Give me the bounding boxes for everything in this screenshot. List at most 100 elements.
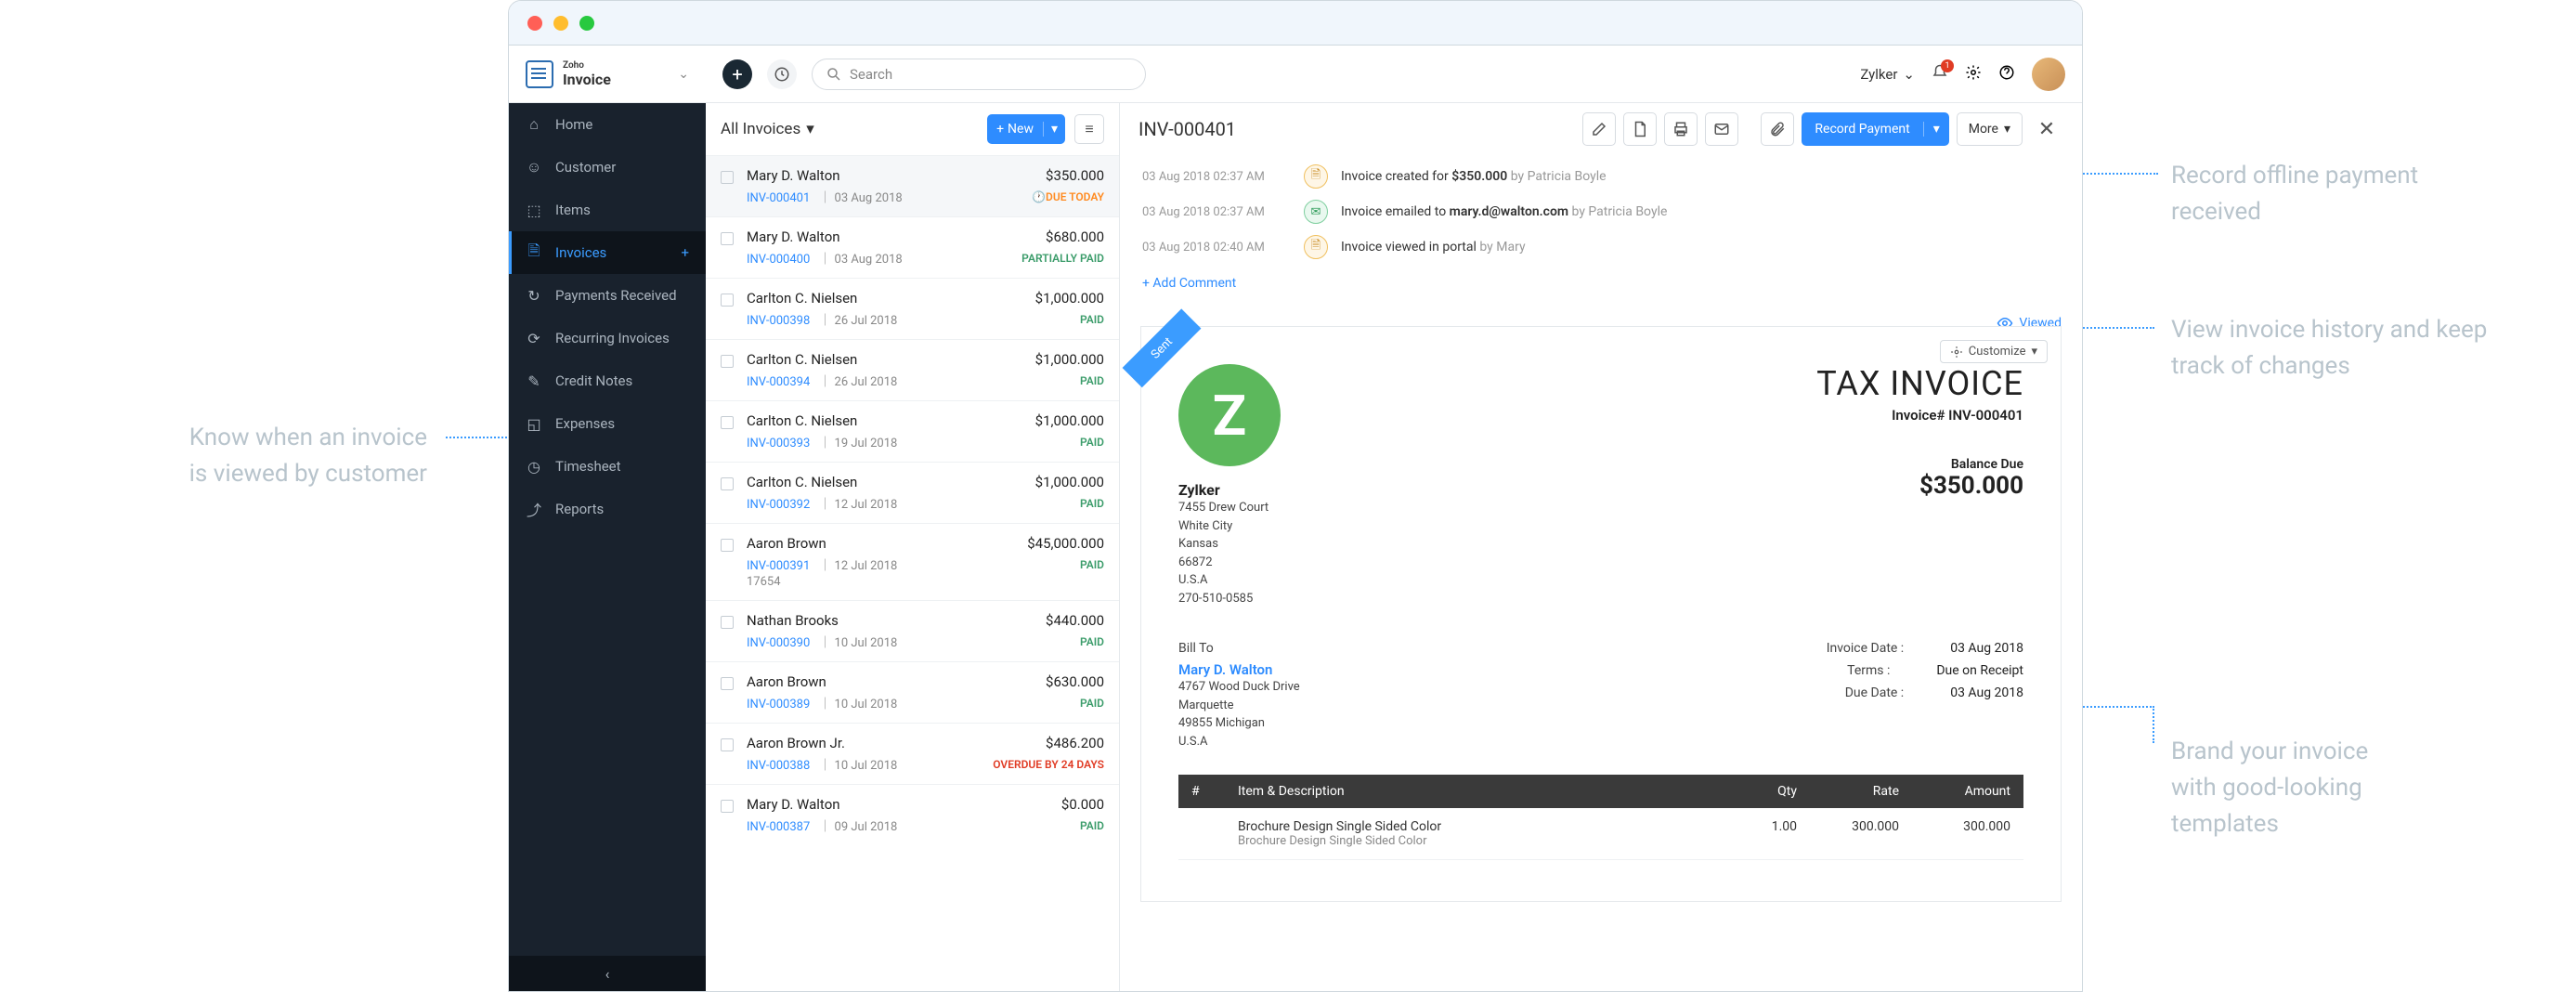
add-icon[interactable]: + <box>681 244 689 261</box>
history-icon: 🗎 <box>1304 164 1328 189</box>
app-window: Zoho Invoice ⌄ + Search Zylker ⌄ 1 <box>508 0 2083 992</box>
settings-button[interactable] <box>1965 64 1982 85</box>
edit-button[interactable] <box>1582 112 1616 146</box>
checkbox[interactable] <box>721 616 734 629</box>
chevron-down-icon: ⌄ <box>678 67 689 82</box>
chrome-bar <box>509 1 2082 46</box>
chrome-close[interactable] <box>527 16 542 31</box>
history-icon: 🗎 <box>1304 235 1328 259</box>
quick-add-button[interactable]: + <box>722 59 752 89</box>
avatar[interactable] <box>2032 58 2065 91</box>
history-row: 03 Aug 2018 02:37 AM ✉ Invoice emailed t… <box>1142 194 2060 229</box>
clock-icon: ◷ <box>526 458 542 476</box>
home-icon: ⌂ <box>526 115 542 134</box>
brand-switcher[interactable]: Zoho Invoice ⌄ <box>509 60 706 88</box>
invoice-row[interactable]: Carlton C. Nielsen$1,000.000 INV-000394｜… <box>706 339 1119 400</box>
org-selector[interactable]: Zylker ⌄ <box>1860 66 1915 83</box>
add-comment-link[interactable]: + Add Comment <box>1120 268 2082 298</box>
sidebar-item-items[interactable]: ⬚Items <box>509 189 706 231</box>
close-detail-button[interactable]: ✕ <box>2030 112 2063 146</box>
pencil-icon <box>1591 121 1607 137</box>
table-row: Brochure Design Single Sided ColorBrochu… <box>1178 808 2023 860</box>
table-header: # Item & Description Qty Rate Amount <box>1178 775 2023 808</box>
checkbox[interactable] <box>721 232 734 245</box>
email-button[interactable] <box>1705 112 1738 146</box>
invoice-row[interactable]: Mary D. Walton$350.000 INV-000401｜ 03 Au… <box>706 155 1119 216</box>
record-payment-dropdown[interactable]: ▾ <box>1923 122 1949 137</box>
history-row: 03 Aug 2018 02:40 AM 🗎 Invoice viewed in… <box>1142 229 2060 265</box>
invoice-row[interactable]: Aaron Brown Jr.$486.200 INV-000388｜ 10 J… <box>706 723 1119 784</box>
sidebar-item-credit-notes[interactable]: ✎Credit Notes <box>509 359 706 402</box>
search-input[interactable]: Search <box>812 59 1146 90</box>
invoice-row[interactable]: Aaron Brown$630.000 INV-000389｜ 10 Jul 2… <box>706 661 1119 723</box>
brand-bottom: Invoice <box>563 71 611 88</box>
checkbox[interactable] <box>721 738 734 751</box>
annotation-brand: Brand your invoice with good-looking tem… <box>2171 734 2368 842</box>
invoice-list-column: All Invoices▾ +New ▾ ≡ Mary D. Walton$35… <box>706 103 1120 991</box>
sidebar: ⌂Home☺Customer⬚Items🗎Invoices+↻Payments … <box>509 103 706 991</box>
invoice-row[interactable]: Carlton C. Nielsen$1,000.000 INV-000392｜… <box>706 462 1119 523</box>
checkbox[interactable] <box>721 800 734 813</box>
mail-icon <box>1713 121 1730 137</box>
sidebar-item-timesheet[interactable]: ◷Timesheet <box>509 445 706 488</box>
customize-button[interactable]: Customize▾ <box>1940 340 2048 363</box>
search-placeholder: Search <box>850 66 892 83</box>
list-view-toggle[interactable]: ≡ <box>1074 114 1104 144</box>
sidebar-item-payments-received[interactable]: ↻Payments Received <box>509 274 706 317</box>
annotation-record: Record offline payment received <box>2171 158 2418 230</box>
sidebar-item-expenses[interactable]: ◱Expenses <box>509 402 706 445</box>
invoice-row[interactable]: Aaron Brown$45,000.000 INV-000391｜ 12 Ju… <box>706 523 1119 600</box>
invoice-row[interactable]: Mary D. Walton$0.000 INV-000387｜ 09 Jul … <box>706 784 1119 845</box>
balance-due-value: $350.000 <box>1816 472 2023 500</box>
record-payment-button[interactable]: Record Payment ▾ <box>1802 112 1948 146</box>
invoice-row[interactable]: Carlton C. Nielsen$1,000.000 INV-000393｜… <box>706 400 1119 462</box>
help-icon <box>1998 64 2015 81</box>
org-name: Zylker <box>1860 66 1897 83</box>
notification-count: 1 <box>1941 59 1954 72</box>
history-row: 03 Aug 2018 02:37 AM 🗎 Invoice created f… <box>1142 159 2060 194</box>
sidebar-item-invoices[interactable]: 🗎Invoices+ <box>509 231 706 274</box>
paperclip-icon <box>1769 121 1786 137</box>
balance-due-label: Balance Due <box>1816 457 2023 472</box>
search-icon <box>826 66 842 83</box>
sidebar-item-customer[interactable]: ☺Customer <box>509 146 706 189</box>
checkbox[interactable] <box>721 171 734 184</box>
checkbox[interactable] <box>721 539 734 552</box>
chrome-maximize[interactable] <box>579 16 594 31</box>
billto-label: Bill To <box>1178 641 1827 656</box>
pdf-button[interactable] <box>1623 112 1657 146</box>
new-invoice-button[interactable]: +New ▾ <box>987 114 1065 144</box>
invoice-number: Invoice# INV-000401 <box>1816 407 2023 424</box>
recent-button[interactable] <box>767 59 797 89</box>
gear-icon <box>1965 64 1982 81</box>
print-button[interactable] <box>1664 112 1698 146</box>
invoice-row[interactable]: Mary D. Walton$680.000 INV-000400｜ 03 Au… <box>706 216 1119 278</box>
company-name: Zylker <box>1178 481 1816 499</box>
history-icon: ✉ <box>1304 200 1328 224</box>
chrome-minimize[interactable] <box>553 16 568 31</box>
file-icon: 🗎 <box>526 241 542 266</box>
more-button[interactable]: More▾ <box>1957 112 2023 146</box>
notifications-button[interactable]: 1 <box>1932 63 1948 85</box>
sidebar-item-reports[interactable]: ⤴Reports <box>509 488 706 530</box>
annotation-history: View invoice history and keep track of c… <box>2171 312 2487 385</box>
brand-top: Zoho <box>563 60 611 71</box>
annotation-viewed: Know when an invoice is viewed by custom… <box>56 420 427 492</box>
new-invoice-dropdown[interactable]: ▾ <box>1043 122 1065 137</box>
checkbox[interactable] <box>721 355 734 368</box>
invoice-row[interactable]: Nathan Brooks$440.000 INV-000390｜ 10 Jul… <box>706 600 1119 661</box>
sidebar-item-home[interactable]: ⌂Home <box>509 103 706 146</box>
brand-logo-icon <box>526 60 553 88</box>
user-icon: ☺ <box>526 158 542 176</box>
collapse-sidebar[interactable]: ‹ <box>509 956 706 991</box>
wallet-icon: ◱ <box>526 415 542 433</box>
checkbox[interactable] <box>721 477 734 490</box>
list-filter-dropdown[interactable]: All Invoices▾ <box>721 120 814 138</box>
attach-button[interactable] <box>1761 112 1794 146</box>
help-button[interactable] <box>1998 64 2015 85</box>
invoice-row[interactable]: Carlton C. Nielsen$1,000.000 INV-000398｜… <box>706 278 1119 339</box>
checkbox[interactable] <box>721 416 734 429</box>
sidebar-item-recurring-invoices[interactable]: ⟳Recurring Invoices <box>509 317 706 359</box>
checkbox[interactable] <box>721 294 734 307</box>
checkbox[interactable] <box>721 677 734 690</box>
